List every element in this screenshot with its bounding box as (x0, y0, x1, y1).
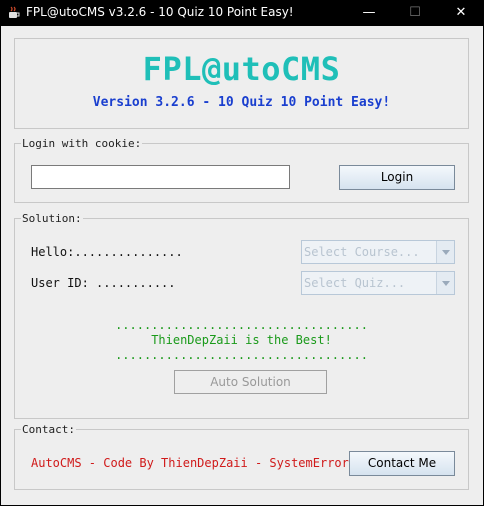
auto-solution-button[interactable]: Auto Solution (174, 370, 327, 394)
title-bar: FPL@utoCMS v3.2.6 - 10 Quiz 10 Point Eas… (0, 0, 484, 26)
userid-label: User ID: ........... (31, 276, 176, 290)
contact-group: Contact: AutoCMS - Code By ThienDepZaii … (14, 423, 469, 490)
window-title: FPL@utoCMS v3.2.6 - 10 Quiz 10 Point Eas… (26, 5, 294, 19)
login-button[interactable]: Login (339, 165, 455, 190)
maximize-button[interactable]: ☐ (392, 0, 438, 26)
hello-label: Hello:............... (31, 245, 183, 259)
java-cup-icon (9, 6, 20, 18)
header-panel: FPL@utoCMS Version 3.2.6 - 10 Quiz 10 Po… (14, 38, 469, 129)
credit-text: ThienDepZaii is the Best! (151, 333, 332, 347)
app-brand: FPL@utoCMS (142, 50, 341, 88)
course-dropdown-arrow[interactable] (436, 241, 454, 263)
dots-top: ................................... (115, 318, 368, 332)
solution-legend: Solution: (21, 212, 83, 225)
dots-bottom: ................................... (115, 348, 368, 362)
contact-me-button[interactable]: Contact Me (349, 451, 455, 476)
contact-legend: Contact: (21, 423, 76, 436)
chevron-down-icon (442, 281, 450, 286)
window-content: FPL@utoCMS Version 3.2.6 - 10 Quiz 10 Po… (1, 26, 483, 505)
login-legend: Login with cookie: (21, 137, 143, 150)
quiz-select-placeholder: Select Quiz... (304, 276, 406, 290)
quiz-select[interactable]: Select Quiz... (301, 271, 455, 295)
close-button[interactable]: ✕ (438, 0, 484, 26)
cookie-input[interactable] (31, 165, 290, 189)
login-group: Login with cookie: Login (14, 137, 469, 203)
course-select-placeholder: Select Course... (304, 245, 420, 259)
solution-group: Solution: Hello:............... Select C… (14, 212, 469, 419)
chevron-down-icon (442, 250, 450, 255)
course-select[interactable]: Select Course... (301, 240, 455, 264)
quiz-dropdown-arrow[interactable] (436, 272, 454, 294)
minimize-button[interactable]: — (346, 0, 392, 26)
version-text: Version 3.2.6 - 10 Quiz 10 Point Easy! (92, 95, 391, 110)
contact-text: AutoCMS - Code By ThienDepZaii - SystemE… (31, 456, 349, 470)
